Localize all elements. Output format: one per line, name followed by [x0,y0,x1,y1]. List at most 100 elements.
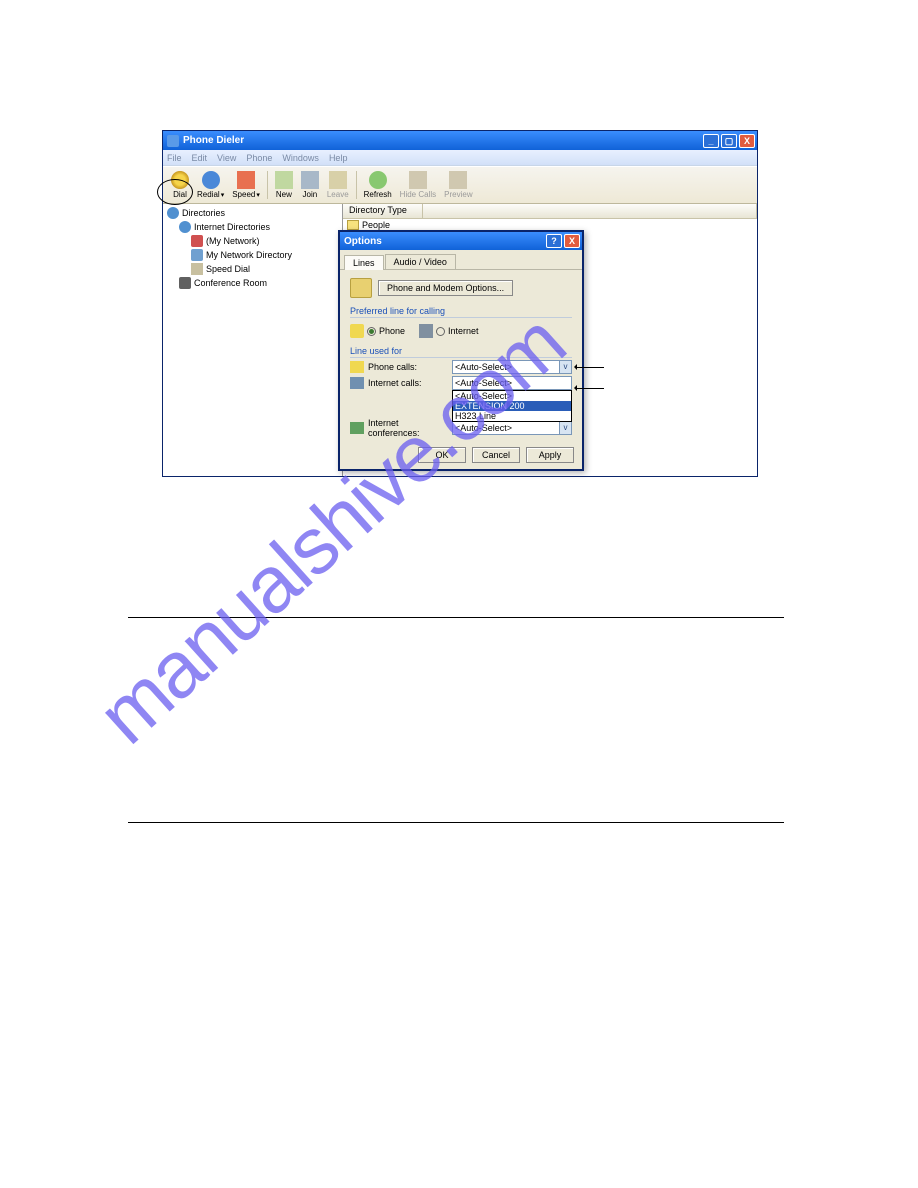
tab-lines[interactable]: Lines [344,255,384,270]
main-titlebar: Phone Dieler _ ▢ X [163,131,757,150]
preferred-internet-option[interactable]: Internet [419,324,479,338]
options-tabs: Lines Audio / Video [340,250,582,270]
tree-item-label: (My Network) [206,236,260,246]
tree-item-label: My Network Directory [206,250,292,260]
internet-calls-row: Internet calls: <Auto-Select> <Auto-Sele… [350,376,572,390]
tree-item-label: Conference Room [194,278,267,288]
combo-option[interactable]: H323 Line [453,411,571,421]
phone-calls-combo[interactable]: <Auto-Select> v [452,360,572,374]
toolbar: Dial Redial▾ Speed▾ New Join Leave [163,166,757,204]
speed-dial-icon [191,263,203,275]
help-button[interactable]: ? [546,234,562,248]
tree-root-label: Directories [182,208,225,218]
annotation-arrow-2 [576,388,604,389]
radio-phone[interactable] [367,327,376,336]
main-title: Phone Dieler [183,135,701,146]
column-headers: Directory Type [343,204,757,219]
toolbar-separator [356,171,357,199]
menu-file[interactable]: File [167,153,182,163]
toolbar-refresh[interactable]: Refresh [364,171,392,199]
menu-edit[interactable]: Edit [192,153,208,163]
options-close-button[interactable]: X [564,234,580,248]
toolbar-speed-label: Speed [232,190,255,199]
join-icon [301,171,319,189]
radio-internet[interactable] [436,327,445,336]
toolbar-refresh-label: Refresh [364,190,392,199]
toolbar-join-label: Join [303,190,318,199]
toolbar-hide-label: Hide Calls [400,190,436,199]
toolbar-dial-label: Dial [173,190,187,199]
toolbar-new[interactable]: New [275,171,293,199]
chevron-down-icon: ▾ [221,192,225,199]
phone-icon [350,324,364,338]
combo-dropdown-list: <Auto-Select> EXTENSION 200 H323 Line [452,390,572,422]
page-divider [128,822,784,823]
chevron-down-icon: ▾ [256,192,260,199]
menu-phone[interactable]: Phone [246,153,272,163]
app-icon [167,135,179,147]
toolbar-speed[interactable]: Speed▾ [232,171,260,199]
dial-icon [171,171,189,189]
chevron-down-icon[interactable]: v [559,361,571,373]
internet-conferences-label: Internet conferences: [368,418,452,438]
list-item-label: People [362,220,390,230]
toolbar-new-label: New [276,190,292,199]
phone-calls-row: Phone calls: <Auto-Select> v [350,360,572,374]
line-used-for-group-label: Line used for [350,346,572,358]
globe-icon [167,207,179,219]
close-button[interactable]: X [739,134,755,148]
toolbar-redial[interactable]: Redial▾ [197,171,224,199]
internet-conferences-combo[interactable]: <Auto-Select> v [452,421,572,435]
redial-icon [202,171,220,189]
maximize-button[interactable]: ▢ [721,134,737,148]
preferred-phone-option[interactable]: Phone [350,324,405,338]
menubar: File Edit View Phone Windows Help [163,150,757,166]
conference-icon [350,422,364,434]
speed-icon [237,171,255,189]
tree-item-label: Speed Dial [206,264,250,274]
phone-calls-label: Phone calls: [368,362,452,372]
internet-conferences-value: <Auto-Select> [455,423,512,433]
tab-body-lines: Phone and Modem Options... Preferred lin… [340,270,582,448]
preferred-line-group-label: Preferred line for calling [350,306,572,318]
refresh-icon [369,171,387,189]
folder-icon [347,220,359,230]
tree-conference-room[interactable]: Conference Room [165,276,340,290]
menu-view[interactable]: View [217,153,236,163]
cancel-button[interactable]: Cancel [472,447,520,463]
chevron-down-icon[interactable]: v [559,422,571,434]
column-directory-type[interactable]: Directory Type [343,204,423,218]
minimize-button[interactable]: _ [703,134,719,148]
toolbar-leave: Leave [327,171,349,199]
network-dir-icon [191,249,203,261]
directory-tree: Directories Internet Directories (My Net… [163,204,343,476]
combo-option-selected[interactable]: EXTENSION 200 [453,401,571,411]
leave-icon [329,171,347,189]
tree-root[interactable]: Directories [165,206,340,220]
tree-my-network-directory[interactable]: My Network Directory [165,248,340,262]
network-icon [191,235,203,247]
toolbar-dial[interactable]: Dial [171,171,189,199]
phone-modem-options-button[interactable]: Phone and Modem Options... [378,280,513,296]
annotation-arrow-1 [576,367,604,368]
new-icon [275,171,293,189]
tree-speed-dial[interactable]: Speed Dial [165,262,340,276]
tree-my-network[interactable]: (My Network) [165,234,340,248]
ok-button[interactable]: OK [418,447,466,463]
toolbar-hide-calls: Hide Calls [400,171,436,199]
options-dialog: Options ? X Lines Audio / Video Phone an… [338,230,584,471]
internet-icon [419,324,433,338]
toolbar-join[interactable]: Join [301,171,319,199]
tab-audio-video[interactable]: Audio / Video [385,254,456,269]
menu-windows[interactable]: Windows [282,153,319,163]
apply-button[interactable]: Apply [526,447,574,463]
combo-option[interactable]: <Auto-Select> [453,391,571,401]
internet-calls-combo[interactable]: <Auto-Select> <Auto-Select> EXTENSION 20… [452,376,572,390]
column-empty [423,204,757,218]
radio-internet-label: Internet [448,326,479,336]
internet-calls-label: Internet calls: [368,378,452,388]
internet-calls-value: <Auto-Select> [455,378,512,388]
menu-help[interactable]: Help [329,153,348,163]
tree-internet-directories[interactable]: Internet Directories [165,220,340,234]
toolbar-separator [267,171,268,199]
